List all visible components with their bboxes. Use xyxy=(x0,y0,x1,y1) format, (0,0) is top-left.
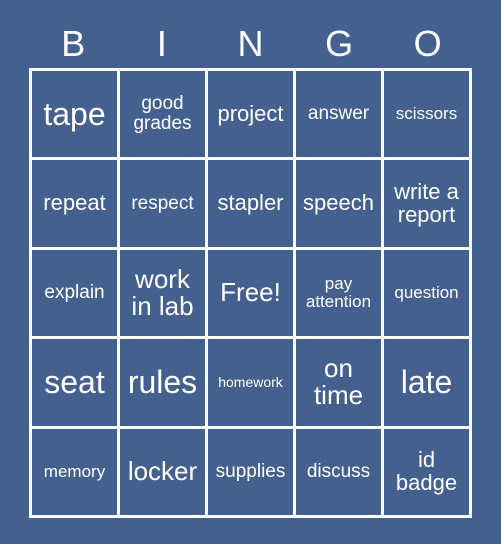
bingo-cell[interactable]: rules xyxy=(120,339,208,429)
bingo-cell[interactable]: pay attention xyxy=(296,249,384,340)
bingo-cell[interactable]: scissors xyxy=(384,71,472,161)
bingo-cell-label: work in lab xyxy=(131,263,194,321)
bingo-cell-label: locker xyxy=(127,456,198,487)
bingo-cell[interactable]: id badge xyxy=(384,428,472,518)
bingo-cell-label: respect xyxy=(131,192,194,214)
bingo-cell-label: stapler xyxy=(217,190,284,216)
bingo-cell[interactable]: stapler xyxy=(208,160,296,250)
bingo-cell[interactable]: seat xyxy=(32,339,120,429)
bingo-cell[interactable]: memory xyxy=(32,428,120,518)
bingo-cell-label: late xyxy=(400,363,453,400)
header-letter-b: B xyxy=(61,23,86,64)
bingo-cell-label: Free! xyxy=(220,277,281,308)
bingo-cell-label: discuss xyxy=(306,460,371,482)
bingo-cell-label: write a report xyxy=(394,178,459,227)
header-letter-n: N xyxy=(237,23,264,64)
header-letter-i: I xyxy=(156,23,167,64)
bingo-cell[interactable]: explain xyxy=(32,249,120,340)
bingo-cell[interactable]: on time xyxy=(296,339,384,429)
bingo-cell-label: on time xyxy=(313,353,364,411)
bingo-cell-label: rules xyxy=(127,363,198,400)
bingo-cell-label: answer xyxy=(307,103,370,125)
bingo-cell[interactable]: write a report xyxy=(384,160,472,250)
bingo-cell-label: pay attention xyxy=(305,274,372,311)
bingo-cell-label: tape xyxy=(43,95,106,132)
bingo-cell-label: supplies xyxy=(215,460,286,482)
bingo-grid: tape good grades project answer scissors repe… xyxy=(29,68,472,518)
bingo-cell-label: seat xyxy=(44,363,105,400)
bingo-cell-label: good grades xyxy=(133,93,192,135)
bingo-cell[interactable]: work in lab xyxy=(120,249,208,340)
bingo-cell-label: id badge xyxy=(395,446,458,495)
bingo-cell[interactable]: repeat xyxy=(32,160,120,250)
bingo-header: B I N G O xyxy=(29,22,472,66)
bingo-cell[interactable]: good grades xyxy=(120,71,208,161)
bingo-cell-label: scissors xyxy=(395,104,458,124)
bingo-cell[interactable]: homework xyxy=(208,339,296,429)
bingo-cell[interactable]: respect xyxy=(120,160,208,250)
bingo-cell[interactable]: supplies xyxy=(208,428,296,518)
bingo-cell-label: speech xyxy=(303,190,374,216)
bingo-cell-label: question xyxy=(394,283,459,303)
bingo-cell-label: homework xyxy=(218,374,283,391)
bingo-cell-label: memory xyxy=(43,461,106,481)
bingo-cell[interactable]: Free! xyxy=(208,249,296,340)
header-letter-o: O xyxy=(413,23,442,64)
bingo-cell[interactable]: discuss xyxy=(296,428,384,518)
header-letter-g: G xyxy=(325,23,354,64)
bingo-cell[interactable]: locker xyxy=(120,428,208,518)
bingo-cell[interactable]: tape xyxy=(32,71,120,161)
bingo-card: B I N G O tape good grades project answer sc… xyxy=(0,0,501,544)
bingo-cell[interactable]: question xyxy=(384,249,472,340)
bingo-cell-label: project xyxy=(217,100,284,126)
bingo-cell[interactable]: speech xyxy=(296,160,384,250)
bingo-cell[interactable]: answer xyxy=(296,71,384,161)
bingo-cell[interactable]: late xyxy=(384,339,472,429)
bingo-cell-label: repeat xyxy=(43,190,106,216)
bingo-cell[interactable]: project xyxy=(208,71,296,161)
bingo-cell-label: explain xyxy=(44,282,105,304)
